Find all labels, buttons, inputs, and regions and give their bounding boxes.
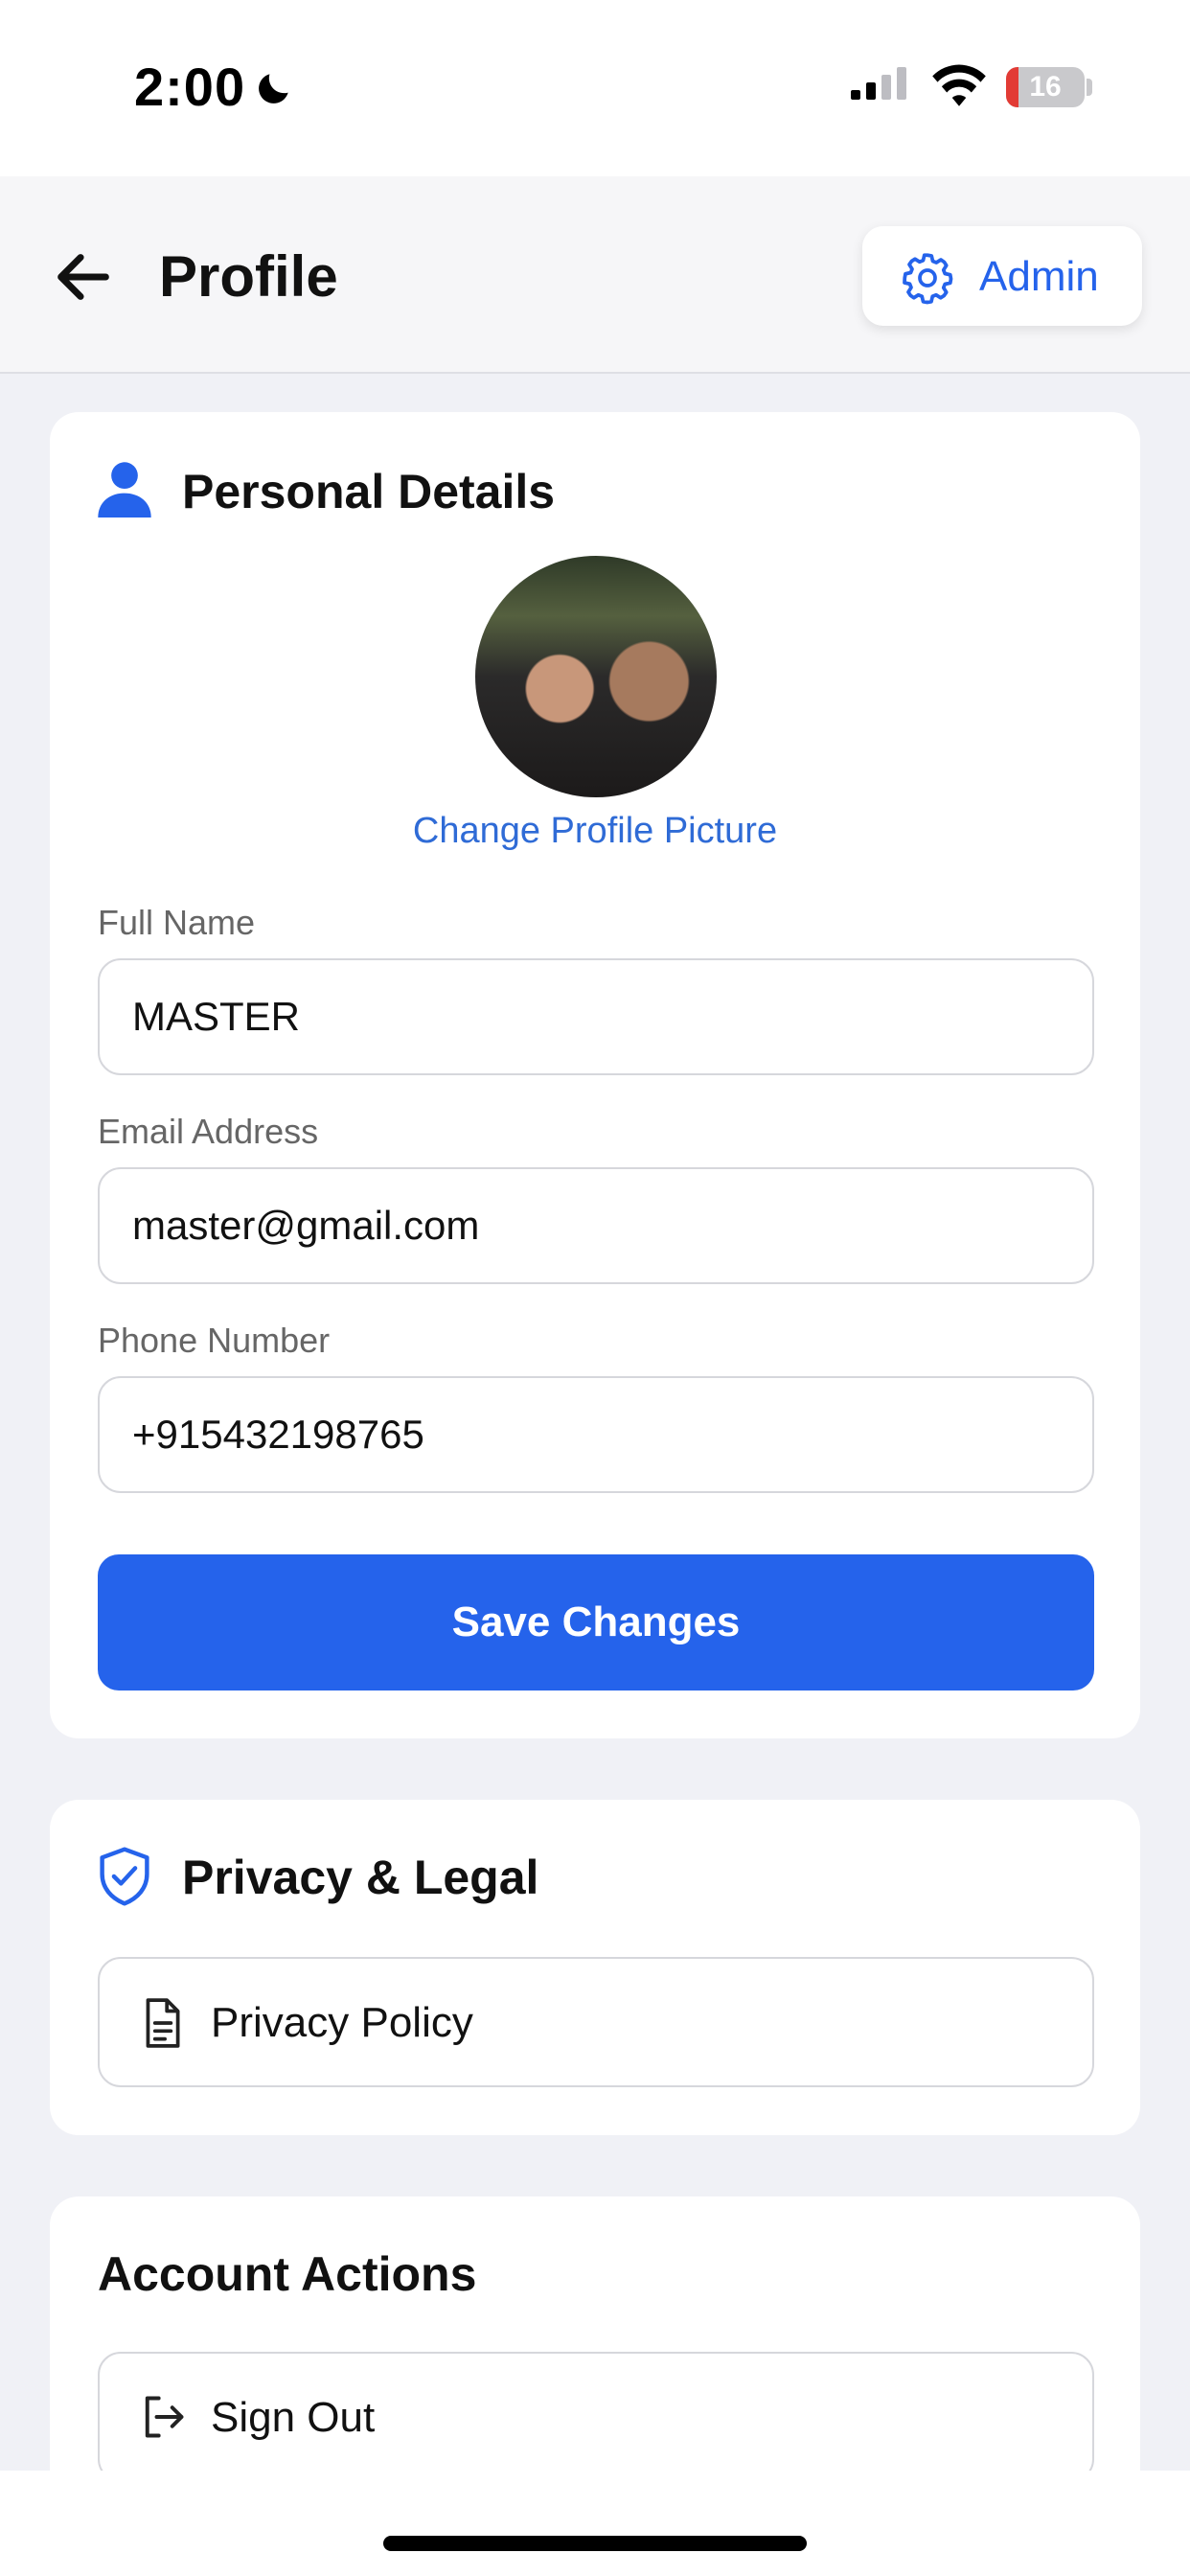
phone-field[interactable] <box>98 1376 1094 1493</box>
header: Profile Admin <box>0 176 1190 374</box>
admin-button[interactable]: Admin <box>862 226 1142 326</box>
sign-out-button[interactable]: Sign Out <box>98 2352 1094 2482</box>
personal-details-card: Personal Details Change Profile Picture … <box>50 412 1140 1738</box>
wifi-icon <box>932 64 986 106</box>
battery-level: 16 <box>1029 71 1062 103</box>
full-name-field[interactable] <box>98 958 1094 1075</box>
back-arrow-icon[interactable] <box>50 243 117 310</box>
avatar[interactable] <box>475 556 717 797</box>
change-profile-picture-link[interactable]: Change Profile Picture <box>50 811 1140 852</box>
phone-label: Phone Number <box>98 1321 331 1360</box>
status-time: 2:00 <box>134 57 246 117</box>
privacy-policy-label: Privacy Policy <box>211 1999 473 2046</box>
page-title: Profile <box>159 244 338 309</box>
privacy-legal-title: Privacy & Legal <box>182 1851 539 1904</box>
save-changes-button[interactable]: Save Changes <box>98 1554 1094 1690</box>
shield-check-icon <box>100 1847 149 1906</box>
battery-icon: 16 <box>1006 67 1085 107</box>
privacy-legal-card: Privacy & Legal Privacy Policy <box>50 1800 1140 2135</box>
privacy-policy-button[interactable]: Privacy Policy <box>98 1957 1094 2087</box>
personal-details-title: Personal Details <box>182 465 556 518</box>
person-icon <box>98 462 151 518</box>
cellular-signal-icon <box>851 67 906 100</box>
email-label: Email Address <box>98 1112 319 1151</box>
gear-icon <box>903 253 953 305</box>
account-actions-title: Account Actions <box>98 2247 477 2301</box>
home-indicator-area <box>0 2471 1190 2576</box>
admin-label: Admin <box>979 253 1099 300</box>
status-bar: 2:00 16 <box>0 0 1190 176</box>
battery-nub <box>1087 79 1092 96</box>
home-indicator[interactable] <box>383 2536 807 2551</box>
full-name-label: Full Name <box>98 903 256 942</box>
sign-out-icon <box>145 2396 184 2438</box>
email-field[interactable] <box>98 1167 1094 1284</box>
document-icon <box>146 1998 180 2048</box>
sign-out-label: Sign Out <box>211 2394 376 2441</box>
moon-icon <box>259 74 288 104</box>
